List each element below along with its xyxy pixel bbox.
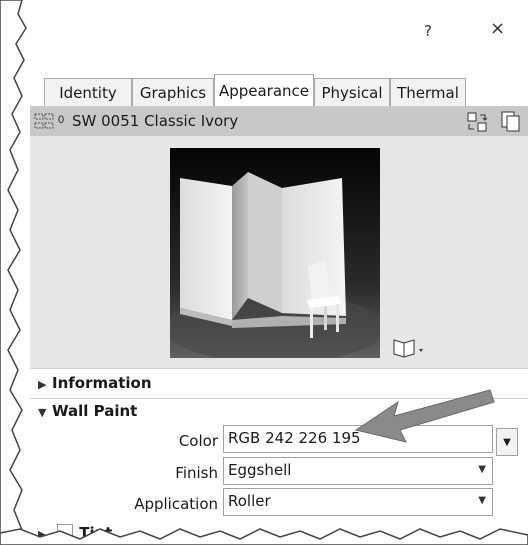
application-label: Application: [134, 495, 218, 513]
material-name: SW 0051 Classic Ivory: [72, 112, 239, 130]
chevron-down-icon: ▼: [478, 464, 486, 475]
annotation-arrow-icon: [354, 389, 495, 443]
divider: [30, 368, 528, 369]
chevron-down-icon: ▼: [478, 495, 486, 506]
section-information[interactable]: ▶ Information: [38, 374, 152, 392]
application-dropdown[interactable]: Roller ▼: [223, 488, 493, 516]
expand-right-icon: ▶: [38, 378, 47, 391]
finish-dropdown[interactable]: Eggshell ▼: [223, 457, 493, 485]
tab-appearance[interactable]: Appearance: [214, 74, 314, 107]
title-bar: ? ×: [18, 8, 528, 52]
section-information-label: Information: [52, 374, 152, 392]
tab-physical[interactable]: Physical: [314, 78, 390, 106]
expand-down-icon: ▼: [38, 406, 47, 419]
svg-text:0: 0: [58, 114, 64, 126]
tab-graphics[interactable]: Graphics: [132, 78, 214, 106]
appearance-preview-panel: [30, 136, 528, 368]
replace-asset-icon[interactable]: [466, 111, 488, 133]
duplicate-asset-icon[interactable]: [500, 110, 522, 132]
finish-value: Eggshell: [228, 461, 292, 479]
preview-options-icon[interactable]: [390, 336, 430, 358]
section-wall-paint[interactable]: ▼ Wall Paint: [38, 402, 137, 420]
torn-left-edge: [0, 0, 27, 545]
material-preview-image: [170, 148, 380, 358]
tab-thermal[interactable]: Thermal: [390, 78, 466, 106]
color-value: RGB 242 226 195: [228, 429, 361, 447]
close-button[interactable]: ×: [490, 18, 505, 39]
material-dialog: ? × Identity Graphics Appearance Physica…: [18, 8, 528, 545]
section-wall-paint-label: Wall Paint: [52, 402, 138, 420]
finish-label: Finish: [175, 464, 218, 482]
tab-strip: Identity Graphics Appearance Physical Th…: [30, 70, 528, 107]
material-asset-bar: 0 SW 0051 Classic Ivory: [30, 106, 528, 136]
color-options-button[interactable]: ▼: [496, 428, 518, 456]
color-label: Color: [178, 432, 218, 450]
application-value: Roller: [228, 492, 271, 510]
torn-bottom-edge: [0, 528, 528, 545]
help-button[interactable]: ?: [424, 22, 432, 40]
tab-identity[interactable]: Identity: [44, 78, 132, 106]
